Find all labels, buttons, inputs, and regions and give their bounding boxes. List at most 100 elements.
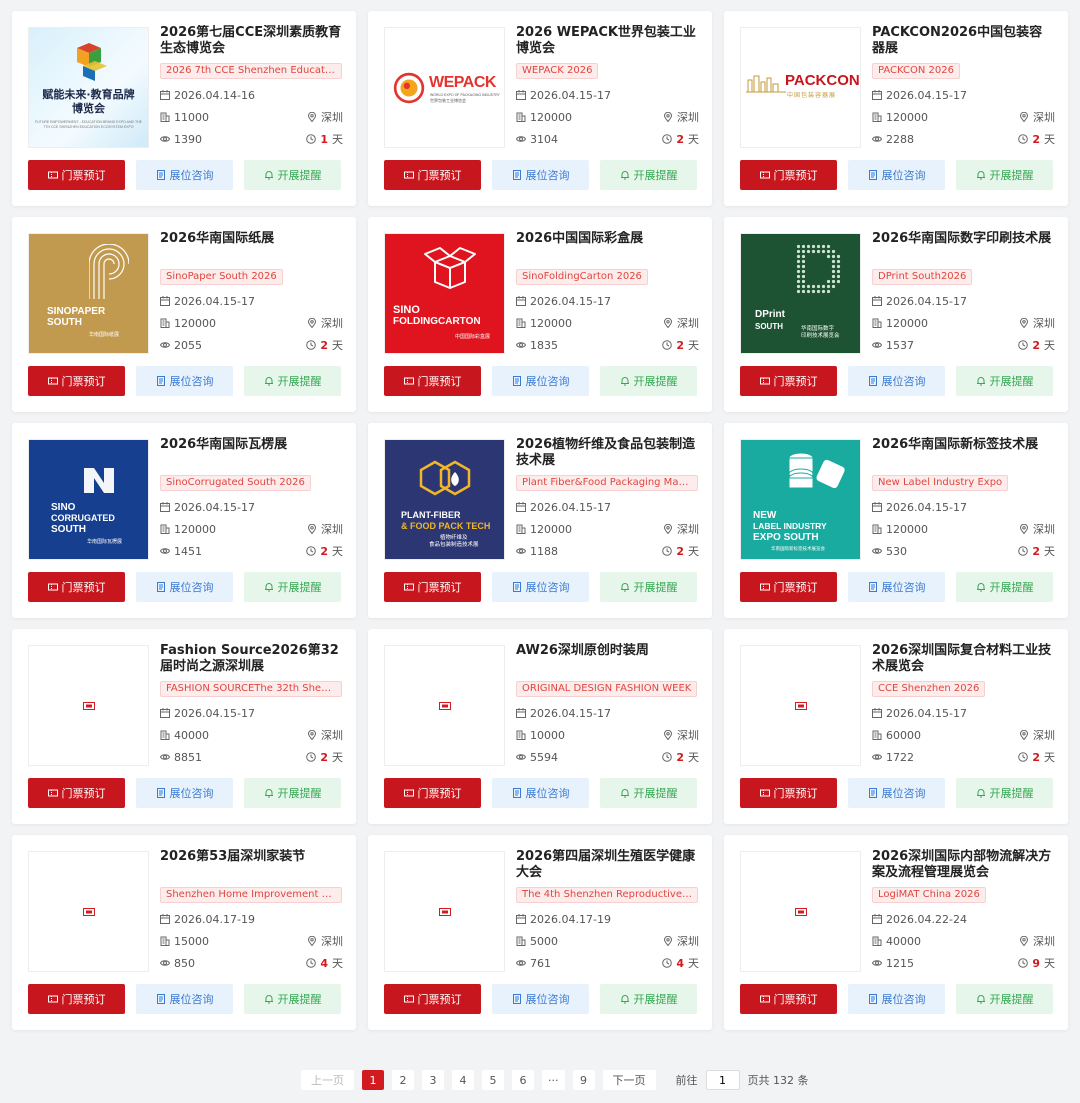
exhibition-title[interactable]: 2026华南国际瓦楞展 — [160, 437, 343, 469]
exhibition-card[interactable]: 赋能未来·教育品牌 博览会 FUTURE EMPOWERMENT - EDUCAT… — [12, 11, 356, 206]
opening-reminder-button[interactable]: 开展提醒 — [956, 984, 1053, 1014]
ticket-booking-button[interactable]: 门票预订 — [384, 984, 481, 1014]
opening-reminder-button[interactable]: 开展提醒 — [244, 778, 341, 808]
opening-reminder-button[interactable]: 开展提醒 — [244, 572, 341, 602]
ticket-booking-button[interactable]: 门票预订 — [384, 778, 481, 808]
exhibition-logo[interactable] — [28, 851, 149, 972]
ticket-booking-button[interactable]: 门票预订 — [28, 778, 125, 808]
booth-inquiry-button[interactable]: 展位咨询 — [136, 366, 233, 396]
goto-page-input[interactable] — [705, 1070, 740, 1090]
ticket-booking-button[interactable]: 门票预订 — [28, 160, 125, 190]
opening-reminder-button[interactable]: 开展提醒 — [600, 366, 697, 396]
exhibition-card[interactable]: PACKCON 中国包装容器展 PACKCON2026中国包装容器展 PACKC… — [724, 11, 1068, 206]
ticket-booking-button[interactable]: 门票预订 — [28, 984, 125, 1014]
booth-inquiry-button[interactable]: 展位咨询 — [848, 778, 945, 808]
exhibition-logo[interactable] — [384, 645, 505, 766]
ticket-booking-button[interactable]: 门票预订 — [740, 160, 837, 190]
booth-inquiry-button[interactable]: 展位咨询 — [492, 778, 589, 808]
opening-reminder-button[interactable]: 开展提醒 — [600, 778, 697, 808]
opening-reminder-button[interactable]: 开展提醒 — [600, 160, 697, 190]
booth-inquiry-button[interactable]: 展位咨询 — [136, 778, 233, 808]
exhibition-logo[interactable]: NEW LABEL INDUSTRY EXPO SOUTH 华南国际新标签技术展览会 — [740, 439, 861, 560]
exhibition-card[interactable]: 2026深圳国际内部物流解决方案及流程管理展览会 LogiMAT China 2… — [724, 835, 1068, 1030]
page-number-button[interactable]: 1 — [362, 1070, 384, 1090]
exhibition-title[interactable]: 2026第七届CCE深圳素质教育生态博览会 — [160, 25, 343, 57]
exhibition-title[interactable]: 2026第53届深圳家装节 — [160, 849, 343, 881]
exhibition-title[interactable]: 2026华南国际纸展 — [160, 231, 343, 263]
opening-reminder-button[interactable]: 开展提醒 — [956, 160, 1053, 190]
exhibition-card[interactable]: DPrint SOUTH 华南国际数字 印刷技术展览会 2026华南国际数字印刷技术… — [724, 217, 1068, 412]
exhibition-card[interactable]: 2026第53届深圳家装节 Shenzhen Home Improvement … — [12, 835, 356, 1030]
ticket-booking-button[interactable]: 门票预订 — [384, 366, 481, 396]
exhibition-card[interactable]: WEPACK WORLD EXPO OF PACKAGING INDUSTRY 世… — [368, 11, 712, 206]
exhibition-title[interactable]: 2026第四届深圳生殖医学健康大会 — [516, 849, 699, 881]
exhibition-title[interactable]: Fashion Source2026第32届时尚之源深圳展 — [160, 643, 343, 675]
ticket-booking-button[interactable]: 门票预订 — [28, 572, 125, 602]
opening-reminder-button[interactable]: 开展提醒 — [956, 366, 1053, 396]
exhibition-logo[interactable]: SINOPAPER SOUTH 华南国际纸展 — [28, 233, 149, 354]
opening-reminder-button[interactable]: 开展提醒 — [600, 572, 697, 602]
page-number-button[interactable]: 2 — [392, 1070, 414, 1090]
page-number-button[interactable]: 6 — [512, 1070, 534, 1090]
opening-reminder-button[interactable]: 开展提醒 — [244, 366, 341, 396]
ticket-booking-button[interactable]: 门票预订 — [384, 160, 481, 190]
exhibition-logo[interactable] — [384, 851, 505, 972]
exhibition-title[interactable]: PACKCON2026中国包装容器展 — [872, 25, 1055, 57]
page-number-button[interactable]: 9 — [572, 1070, 595, 1090]
ticket-booking-button[interactable]: 门票预订 — [28, 366, 125, 396]
exhibition-title[interactable]: 2026华南国际数字印刷技术展 — [872, 231, 1055, 263]
exhibition-logo[interactable]: PACKCON 中国包装容器展 — [740, 27, 861, 148]
exhibition-title[interactable]: 2026深圳国际内部物流解决方案及流程管理展览会 — [872, 849, 1055, 881]
exhibition-logo[interactable]: DPrint SOUTH 华南国际数字 印刷技术展览会 — [740, 233, 861, 354]
exhibition-title[interactable]: 2026植物纤维及食品包装制造技术展 — [516, 437, 699, 469]
exhibition-title[interactable]: AW26深圳原创时装周 — [516, 643, 699, 675]
exhibition-title[interactable]: 2026中国国际彩盒展 — [516, 231, 699, 263]
opening-reminder-button[interactable]: 开展提醒 — [244, 160, 341, 190]
exhibition-card[interactable]: PLANT-FIBER & FOOD PACK TECH 植物纤维及 食品包装制造技… — [368, 423, 712, 618]
page-number-button[interactable]: 4 — [452, 1070, 474, 1090]
page-ellipsis[interactable]: ··· — [542, 1070, 565, 1090]
booth-inquiry-button[interactable]: 展位咨询 — [492, 572, 589, 602]
ticket-booking-button[interactable]: 门票预订 — [384, 572, 481, 602]
booth-inquiry-button[interactable]: 展位咨询 — [136, 984, 233, 1014]
ticket-booking-button[interactable]: 门票预订 — [740, 984, 837, 1014]
exhibition-card[interactable]: 2026深圳国际复合材料工业技术展览会 CCE Shenzhen 2026 20… — [724, 629, 1068, 824]
exhibition-logo[interactable]: 赋能未来·教育品牌 博览会 FUTURE EMPOWERMENT - EDUCAT… — [28, 27, 149, 148]
exhibition-logo[interactable] — [740, 645, 861, 766]
exhibition-card[interactable]: SINO FOLDINGCARTON 中国国际彩盒展 2026中国国际彩盒展 Si… — [368, 217, 712, 412]
exhibition-logo[interactable]: SINO CORRUGATED SOUTH 华南国际瓦楞展 — [28, 439, 149, 560]
ticket-booking-button[interactable]: 门票预订 — [740, 572, 837, 602]
exhibition-logo[interactable] — [740, 851, 861, 972]
booth-inquiry-button[interactable]: 展位咨询 — [492, 984, 589, 1014]
exhibition-title[interactable]: 2026 WEPACK世界包装工业博览会 — [516, 25, 699, 57]
opening-reminder-button[interactable]: 开展提醒 — [600, 984, 697, 1014]
booth-inquiry-button[interactable]: 展位咨询 — [848, 366, 945, 396]
exhibition-logo[interactable]: SINO FOLDINGCARTON 中国国际彩盒展 — [384, 233, 505, 354]
exhibition-logo[interactable] — [28, 645, 149, 766]
booth-inquiry-button[interactable]: 展位咨询 — [492, 160, 589, 190]
booth-inquiry-button[interactable]: 展位咨询 — [492, 366, 589, 396]
booth-inquiry-button[interactable]: 展位咨询 — [848, 572, 945, 602]
exhibition-card[interactable]: NEW LABEL INDUSTRY EXPO SOUTH 华南国际新标签技术展览会… — [724, 423, 1068, 618]
next-page-button[interactable]: 下一页 — [602, 1070, 656, 1090]
prev-page-button[interactable]: 上一页 — [301, 1070, 354, 1090]
exhibition-title[interactable]: 2026深圳国际复合材料工业技术展览会 — [872, 643, 1055, 675]
exhibition-card[interactable]: SINOPAPER SOUTH 华南国际纸展 2026华南国际纸展 SinoPap… — [12, 217, 356, 412]
booth-inquiry-button[interactable]: 展位咨询 — [848, 160, 945, 190]
ticket-booking-button[interactable]: 门票预订 — [740, 778, 837, 808]
page-number-button[interactable]: 5 — [482, 1070, 504, 1090]
exhibition-logo[interactable]: PLANT-FIBER & FOOD PACK TECH 植物纤维及 食品包装制造技… — [384, 439, 505, 560]
exhibition-card[interactable]: SINO CORRUGATED SOUTH 华南国际瓦楞展 2026华南国际瓦楞展 … — [12, 423, 356, 618]
booth-inquiry-button[interactable]: 展位咨询 — [848, 984, 945, 1014]
opening-reminder-button[interactable]: 开展提醒 — [956, 778, 1053, 808]
opening-reminder-button[interactable]: 开展提醒 — [956, 572, 1053, 602]
exhibition-card[interactable]: Fashion Source2026第32届时尚之源深圳展 FASHION SO… — [12, 629, 356, 824]
page-number-button[interactable]: 3 — [422, 1070, 444, 1090]
ticket-booking-button[interactable]: 门票预订 — [740, 366, 837, 396]
exhibition-title[interactable]: 2026华南国际新标签技术展 — [872, 437, 1055, 469]
exhibition-logo[interactable]: WEPACK WORLD EXPO OF PACKAGING INDUSTRY 世… — [384, 27, 505, 148]
exhibition-card[interactable]: 2026第四届深圳生殖医学健康大会 The 4th Shenzhen Repro… — [368, 835, 712, 1030]
exhibition-card[interactable]: AW26深圳原创时装周 ORIGINAL DESIGN FASHION WEEK… — [368, 629, 712, 824]
booth-inquiry-button[interactable]: 展位咨询 — [136, 160, 233, 190]
booth-inquiry-button[interactable]: 展位咨询 — [136, 572, 233, 602]
